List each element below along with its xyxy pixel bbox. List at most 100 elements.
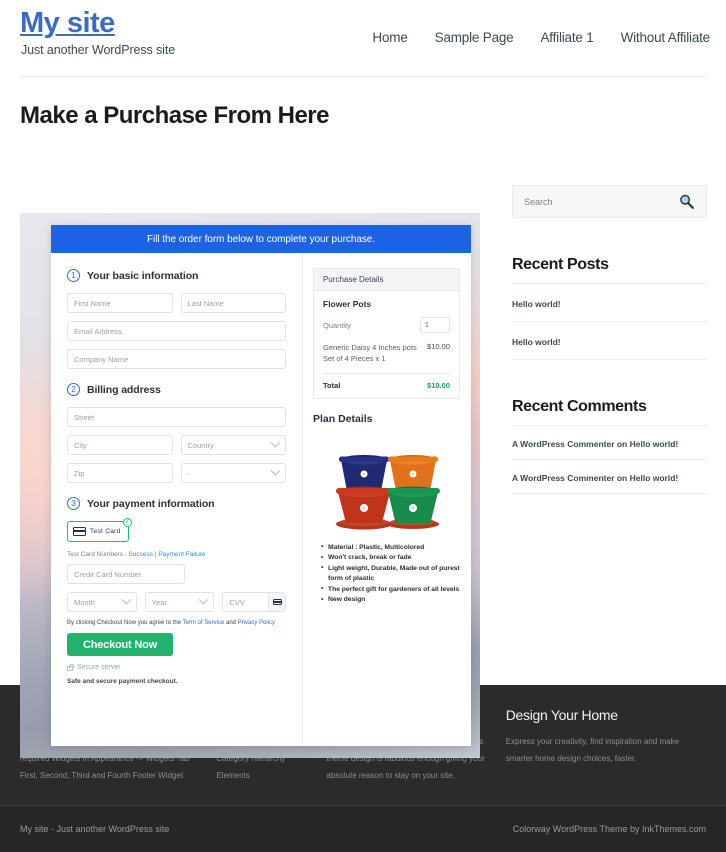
test-card-note-prefix: Test Card Numbers : [67, 551, 129, 558]
chevron-down-icon [121, 594, 132, 605]
street-input[interactable]: Street [67, 407, 286, 427]
site-tagline: Just another WordPress site [21, 43, 176, 57]
test-card-option[interactable]: Test Card ✓ [67, 518, 132, 542]
check-circle-icon: ✓ [123, 518, 132, 527]
recent-comment-link[interactable]: A WordPress Commenter on Hello world! [512, 473, 678, 483]
terms-of-service-link[interactable]: Term of Service [183, 620, 225, 626]
recent-post-link[interactable]: Hello world! [512, 337, 561, 347]
list-item: Hello world! [512, 284, 707, 322]
zip-input[interactable]: Zip [67, 463, 173, 483]
search-widget[interactable]: Search [512, 185, 707, 218]
purchase-summary-column: Purchase Details Flower Pots Quantity 1 … [303, 253, 470, 746]
terms-agreement-note: By clicking Checkout Now you agree to th… [67, 620, 286, 626]
line-item-name: Generic Daisy 4 Inches pots Set of 4 Pie… [323, 343, 417, 364]
site-title[interactable]: My site [20, 7, 115, 40]
email-input[interactable]: Email Address [67, 321, 286, 341]
cvv-input[interactable]: CVV [222, 592, 287, 612]
step-billing-address: 2 Billing address [67, 383, 286, 396]
plan-details-title: Plan Details [313, 412, 373, 425]
test-card-numbers-note: Test Card Numbers : Success | Payment Fa… [67, 551, 286, 558]
purchase-details-panel: Purchase Details Flower Pots Quantity 1 … [313, 268, 460, 399]
plan-feature-item: Won't crack, break or fade [321, 553, 460, 564]
step-label-basic: Your basic information [87, 269, 199, 282]
privacy-policy-link[interactable]: Privacy Policy [238, 620, 275, 626]
search-input[interactable]: Search [524, 197, 553, 207]
expiry-month-select[interactable]: Month [67, 592, 137, 612]
secure-server-row: Secure server [67, 663, 286, 671]
terms-and: and [224, 620, 238, 626]
footer-link[interactable]: Elements [216, 771, 249, 780]
nav-item-sample-page[interactable]: Sample Page [435, 30, 514, 45]
list-item: A WordPress Commenter on Hello world! [512, 460, 707, 494]
checkout-card: Fill the order form below to complete yo… [51, 225, 471, 746]
checkout-backdrop-image: Fill the order form below to complete yo… [20, 213, 480, 758]
recent-posts-list: Hello world! Hello world! [512, 284, 707, 360]
sidebar: Search Recent Posts Hello world! Hello w… [512, 185, 707, 494]
chevron-down-icon [270, 437, 281, 448]
company-name-input[interactable]: Company Name [67, 349, 286, 369]
footer-column-text: Express your creativity, find inspiratio… [505, 737, 680, 763]
step-label-payment: Your payment information [87, 497, 215, 510]
test-card-success-link[interactable]: Success [128, 551, 153, 558]
nav-item-affiliate-1[interactable]: Affiliate 1 [541, 30, 594, 45]
page-title: Make a Purchase From Here [20, 102, 329, 129]
line-item-price: $10.00 [427, 342, 450, 351]
recent-comment-link[interactable]: A WordPress Commenter on Hello world! [512, 439, 678, 449]
recent-comments-title: Recent Comments [512, 398, 707, 426]
last-name-input[interactable]: Last Name [180, 293, 286, 313]
expiry-year-select[interactable]: Year [144, 592, 215, 612]
step-label-billing: Billing address [87, 383, 161, 396]
recent-posts-title: Recent Posts [512, 256, 707, 284]
checkout-banner: Fill the order form below to complete yo… [51, 225, 471, 253]
footer-credit-right: Colorway WordPress Theme by InkThemes.co… [512, 824, 706, 834]
chevron-down-icon [198, 594, 209, 605]
list-item: A WordPress Commenter on Hello world! [512, 426, 707, 460]
recent-posts-widget: Recent Posts Hello world! Hello world! [512, 256, 707, 360]
quantity-input[interactable]: 1 [420, 317, 450, 333]
total-label: Total [323, 380, 341, 390]
flower-pots-illustration [336, 454, 440, 529]
checkout-now-button[interactable]: Checkout Now [67, 633, 173, 656]
footer-column-design-your-home: Design Your Home Express your creativity… [506, 707, 706, 805]
purchase-details-header: Purchase Details [314, 269, 459, 291]
step-number-3: 3 [67, 497, 80, 510]
page-content: Make a Purchase From Here Fill the order… [0, 77, 726, 758]
step-basic-information: 1 Your basic information [67, 269, 286, 282]
quantity-label: Quantity [323, 320, 351, 330]
step-payment-information: 3 Your payment information [67, 497, 286, 510]
state-select[interactable]: - [180, 463, 286, 483]
country-select-value: Country [187, 440, 214, 450]
terms-prefix: By clicking Checkout Now you agree to th… [67, 620, 183, 626]
lock-icon [67, 663, 74, 671]
site-header: My site Just another WordPress site Home… [0, 0, 726, 77]
footer-bottom-bar: My site - Just another WordPress site Co… [0, 805, 726, 852]
plan-feature-list: Material : Plastic, Multicolored Won't c… [313, 542, 460, 606]
credit-card-number-input[interactable]: Credit Card Number [67, 564, 185, 584]
search-icon[interactable] [678, 193, 695, 210]
nav-item-home[interactable]: Home [372, 30, 407, 45]
product-name: Flower Pots [323, 299, 372, 309]
state-select-value: - [187, 468, 191, 478]
credit-card-icon [73, 527, 86, 536]
test-card-failure-link[interactable]: Payment Failure [158, 551, 205, 558]
product-image [313, 438, 460, 536]
first-name-input[interactable]: First Name [67, 293, 173, 313]
test-card-label: Test Card [90, 528, 121, 535]
expiry-month-value: Month [74, 597, 95, 607]
step-number-2: 2 [67, 383, 80, 396]
checkout-form-column: 1 Your basic information First Name Last… [51, 253, 303, 746]
city-input[interactable]: City [67, 435, 173, 455]
main-navigation: Home Sample Page Affiliate 1 Without Aff… [372, 30, 710, 45]
nav-item-without-affiliate[interactable]: Without Affiliate [621, 30, 711, 45]
cvv-placeholder: CVV [229, 597, 245, 607]
secure-server-label: Secure server [77, 664, 121, 671]
chevron-down-icon [270, 465, 281, 476]
line-item-row: Generic Daisy 4 Inches pots Set of 4 Pie… [323, 342, 450, 374]
step-number-1: 1 [67, 269, 80, 282]
footer-copyright-left: My site - Just another WordPress site [20, 824, 170, 834]
total-row: Total $10.00 [323, 374, 450, 390]
footer-column-title: Design Your Home [505, 707, 618, 723]
recent-post-link[interactable]: Hello world! [512, 299, 561, 309]
total-value: $10.00 [427, 380, 450, 390]
country-select[interactable]: Country [180, 435, 286, 455]
